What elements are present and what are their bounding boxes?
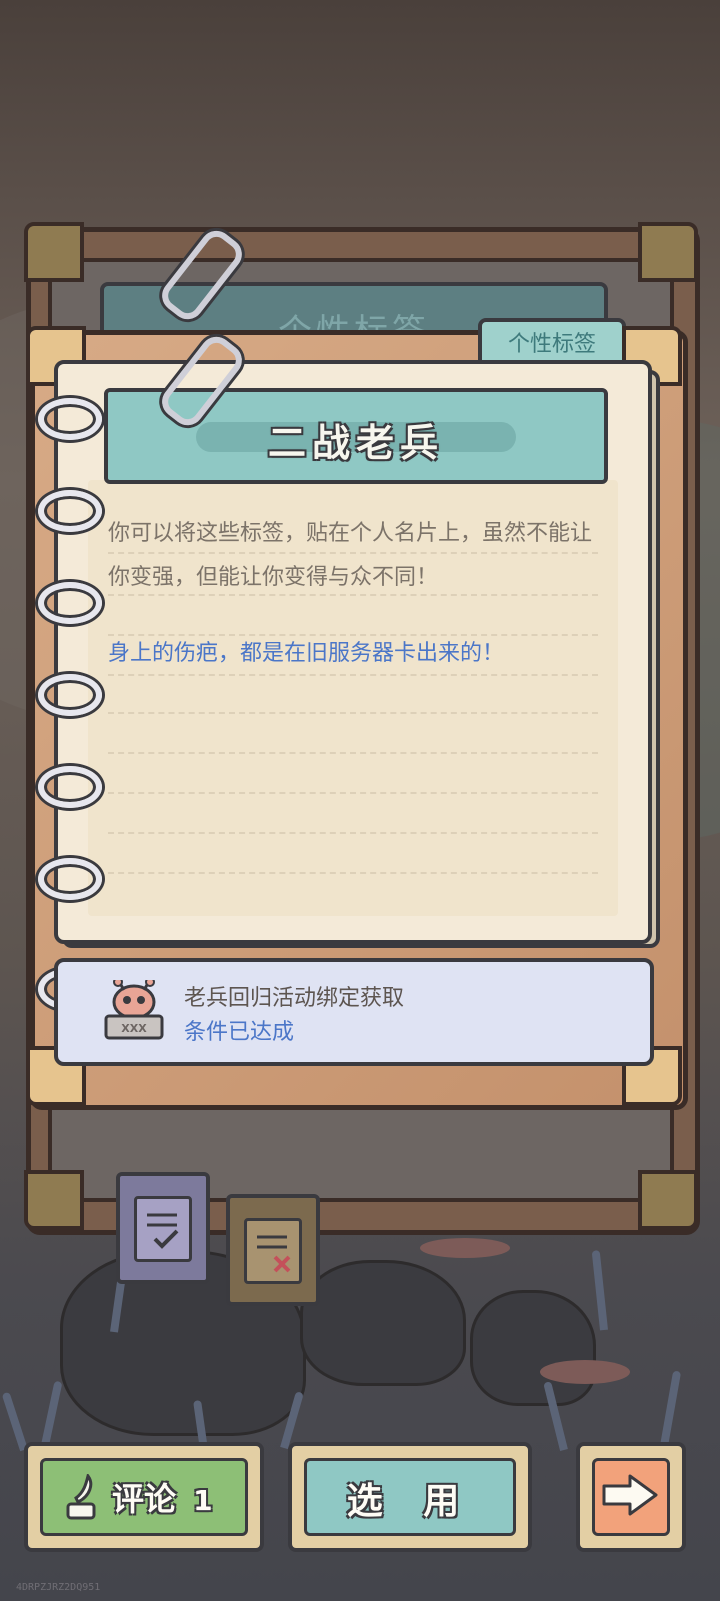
binder-ring-icon <box>38 582 102 624</box>
next-button[interactable] <box>576 1442 686 1552</box>
binder-ring-icon <box>38 766 102 808</box>
corner-bracket <box>638 222 698 282</box>
ruled-line <box>108 792 598 794</box>
quill-pen-icon <box>64 1472 102 1522</box>
background-rock <box>470 1290 596 1406</box>
ruled-line <box>108 832 598 834</box>
mud-puddle <box>540 1360 630 1384</box>
corner-bracket <box>24 1170 84 1230</box>
background-rock <box>300 1260 466 1386</box>
select-button[interactable]: 选 用 <box>288 1442 532 1552</box>
corner-bracket <box>24 222 84 282</box>
unowned-tags-tab[interactable] <box>226 1194 320 1306</box>
grass-blade <box>591 1250 608 1331</box>
binder-ring-icon <box>38 674 102 716</box>
binder-ring-icon <box>38 490 102 532</box>
select-label: 选 用 <box>346 1481 474 1522</box>
tag-description: 你可以将这些标签，贴在个人名片上，虽然不能让你变强，但能让你变得与众不同！ <box>108 521 593 590</box>
unlock-condition-card: XXX 老兵回归活动绑定获取 条件已达成 <box>54 958 654 1066</box>
binder-ring-icon <box>38 858 102 900</box>
ruled-line <box>108 712 598 714</box>
plate-text: XXX <box>121 1022 147 1035</box>
grass-blade <box>1 1391 28 1452</box>
comment-text: 评论 <box>112 1480 177 1518</box>
binder-ring-icon <box>38 398 102 440</box>
remove-note-icon <box>244 1218 302 1284</box>
device-id: 4DRPZJRZ2DQ951 <box>16 1582 101 1593</box>
checklist-icon <box>134 1196 192 1262</box>
owned-tags-tab[interactable] <box>116 1172 210 1284</box>
tag-flavor-text: 身上的伤疤，都是在旧服务器卡出来的！ <box>108 641 505 666</box>
comment-button[interactable]: 评论 1 <box>24 1442 264 1552</box>
condition-status: 条件已达成 <box>184 1020 295 1045</box>
corner-bracket <box>638 1170 698 1230</box>
snail-mascot-icon: XXX <box>102 977 166 1044</box>
ruled-line <box>108 752 598 754</box>
grass-blade <box>660 1370 682 1447</box>
right-arrow-icon <box>600 1472 660 1518</box>
grass-blade <box>40 1380 63 1451</box>
condition-title: 老兵回归活动绑定获取 <box>184 986 405 1011</box>
mud-puddle <box>420 1238 510 1258</box>
ruled-line <box>108 872 598 874</box>
comment-label: 评论 1 <box>112 1474 213 1520</box>
comment-count: 1 <box>193 1484 213 1517</box>
